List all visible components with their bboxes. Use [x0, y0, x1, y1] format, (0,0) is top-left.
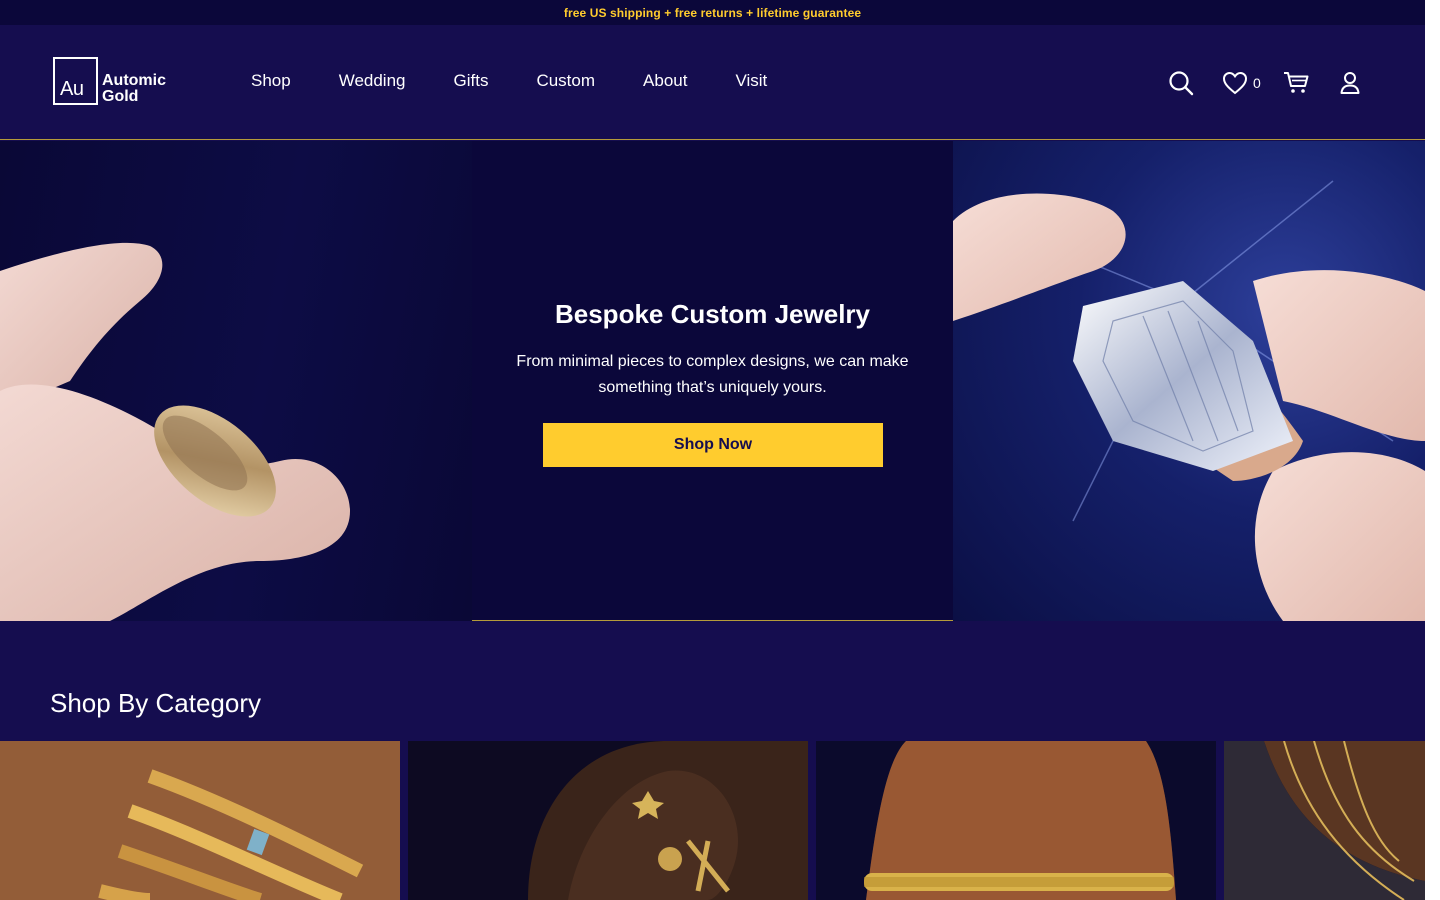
logo-line-1: Automic [102, 72, 166, 89]
wishlist-button[interactable]: 0 [1222, 71, 1261, 95]
nav-item-gifts[interactable]: Gifts [454, 71, 489, 91]
logo-wordmark: Automic Gold [102, 73, 166, 105]
shop-now-button[interactable]: Shop Now [543, 423, 883, 467]
hero-image-gold-band [0, 141, 472, 621]
wishlist-count: 0 [1253, 75, 1261, 91]
brand-logo[interactable]: Au Automic Gold [53, 57, 166, 105]
nav-item-visit[interactable]: Visit [735, 71, 767, 91]
category-tile-earrings[interactable] [408, 741, 808, 900]
cart-icon[interactable] [1283, 71, 1309, 95]
nav-item-about[interactable]: About [643, 71, 687, 91]
category-tile-necklaces[interactable] [1224, 741, 1425, 900]
category-tile-rings[interactable] [0, 741, 400, 900]
site-header: Au Automic Gold Shop Wedding Gifts Custo… [0, 25, 1425, 140]
hero-title: Bespoke Custom Jewelry [554, 299, 870, 329]
announcement-text: free US shipping + free returns + lifeti… [563, 5, 862, 20]
category-section-title: Shop By Category [50, 688, 262, 718]
hero-banner: Bespoke Custom Jewelry From minimal piec… [0, 141, 1425, 621]
logo-mark-text: Au [60, 78, 84, 100]
nav-item-custom[interactable]: Custom [536, 71, 595, 91]
scrollbar[interactable] [1425, 0, 1440, 900]
search-icon[interactable] [1168, 70, 1194, 96]
user-icon[interactable] [1339, 71, 1361, 95]
nav-item-shop[interactable]: Shop [251, 71, 291, 91]
hero-subtitle: From minimal pieces to complex designs, … [516, 353, 909, 396]
announcement-bar: free US shipping + free returns + lifeti… [0, 0, 1425, 25]
logo-mark: Au [53, 57, 98, 105]
hero-image-diamond-ring [953, 141, 1425, 621]
main-nav: Shop Wedding Gifts Custom About Visit [251, 71, 815, 91]
logo-line-2: Gold [102, 88, 139, 105]
nav-item-wedding[interactable]: Wedding [339, 71, 406, 91]
category-row [0, 741, 1425, 900]
header-icons: 0 [1168, 70, 1361, 96]
heart-icon [1222, 71, 1248, 95]
category-tile-bracelets[interactable] [816, 741, 1216, 900]
page: free US shipping + free returns + lifeti… [0, 0, 1425, 900]
hero-copy: Bespoke Custom Jewelry From minimal piec… [472, 141, 953, 621]
